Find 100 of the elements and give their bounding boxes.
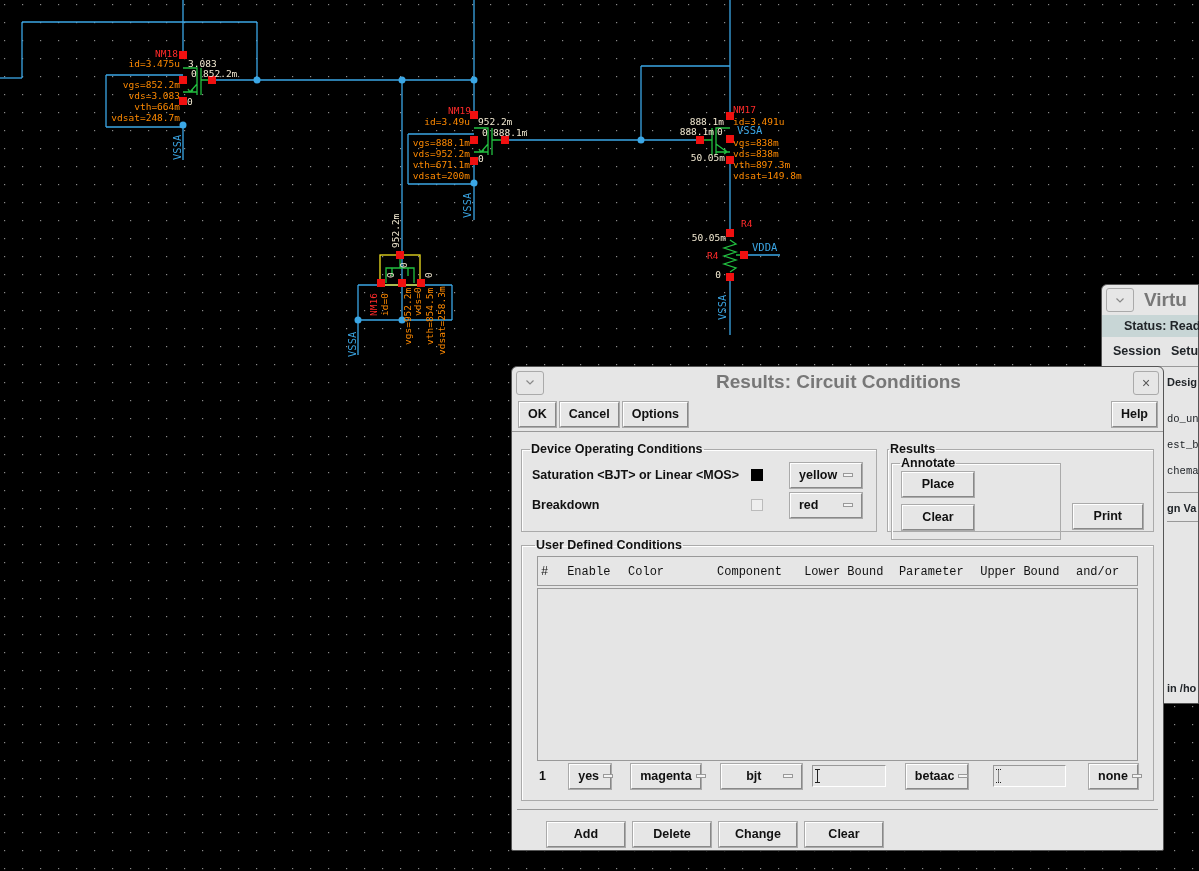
node-voltage: 50.05m — [690, 152, 725, 163]
node-voltage: 0 — [398, 262, 409, 268]
pin-marker — [726, 273, 734, 281]
instance-name: R4 — [741, 218, 753, 229]
net-label: VSSA — [737, 124, 763, 136]
menu-item[interactable]: Setu — [1170, 342, 1199, 361]
parameter-label: id=3.49u — [424, 116, 470, 127]
pin-marker — [179, 76, 187, 84]
dropdown[interactable]: yes — [569, 763, 612, 789]
chevron-down-icon — [526, 380, 534, 385]
pin-marker — [501, 136, 509, 144]
net-label: VSSA — [461, 192, 473, 218]
parameter-label: vgs=838m — [733, 137, 779, 148]
column-header: Color — [628, 564, 666, 579]
pin-marker — [470, 111, 478, 119]
parameter-label: vgs=852.2m — [122, 79, 180, 90]
pin-marker — [179, 97, 187, 105]
close-button[interactable]: × — [1133, 370, 1159, 395]
pin-marker — [398, 279, 406, 287]
node-voltage: 50.05m — [691, 232, 726, 243]
dropdown[interactable]: yellow — [790, 462, 862, 488]
pin-marker — [740, 251, 748, 259]
action-button[interactable]: Clear — [902, 505, 974, 530]
pin-marker — [208, 76, 216, 84]
pin-marker — [696, 136, 704, 144]
checkbox[interactable] — [751, 499, 763, 511]
action-button[interactable]: Add — [547, 822, 625, 847]
node-voltage: 952.2m — [390, 213, 401, 248]
row-number: 1 — [538, 767, 547, 785]
option-label: Breakdown — [532, 496, 601, 514]
junction-dot — [637, 136, 645, 144]
node-voltage: 0 — [385, 272, 396, 278]
parameter-label: vds=0 — [412, 287, 423, 316]
node-voltage: 888.1m — [679, 126, 714, 137]
instance-name: NM16 — [368, 293, 379, 316]
junction-dot — [398, 76, 406, 84]
print-button[interactable]: Print — [1072, 504, 1143, 529]
window-title: Virtu — [1144, 287, 1187, 312]
column-header: # — [541, 564, 550, 579]
junction-dot — [398, 316, 406, 324]
node-voltage: 0 — [717, 126, 723, 137]
menu-indicator-icon — [843, 503, 853, 507]
parameter-label: id=0 — [379, 293, 390, 316]
pin-marker — [726, 229, 734, 237]
section-heading: Desig — [1167, 375, 1198, 390]
net-label: VDDA — [752, 241, 778, 253]
junction-dot — [470, 76, 478, 84]
action-button[interactable]: Delete — [633, 822, 711, 847]
menu-item[interactable]: Session — [1113, 342, 1161, 361]
action-button[interactable]: Clear — [805, 822, 883, 847]
help-button[interactable]: Help — [1111, 402, 1157, 427]
parameter-label: vdsat=200m — [412, 170, 470, 181]
group-title: Device Operating Conditions — [530, 442, 704, 456]
net-label: VSSA — [171, 134, 183, 160]
window-menu-button[interactable] — [1106, 288, 1134, 312]
parameter-label: vds=3.083 — [128, 90, 180, 101]
group-title: User Defined Conditions — [535, 538, 683, 552]
pin-marker — [726, 156, 734, 164]
toolbar-button[interactable]: Options — [622, 402, 688, 427]
parameter-label: vgs=952.2m — [402, 287, 413, 345]
node-voltage: 0 — [482, 127, 488, 138]
menu-indicator-icon — [958, 774, 969, 778]
node-voltage: 3.083 — [188, 58, 217, 69]
dropdown[interactable]: betaac — [905, 763, 968, 789]
window-menu-button[interactable] — [516, 370, 544, 395]
action-button[interactable]: Place — [902, 472, 974, 497]
menu-indicator-icon — [603, 774, 614, 778]
node-voltage: 0 — [423, 272, 434, 278]
pin-marker — [470, 157, 478, 165]
action-button[interactable]: Change — [719, 822, 797, 847]
file-entry: est_b — [1167, 438, 1198, 453]
parameter-label: vdsat=258.3m — [436, 286, 447, 355]
pin-marker — [726, 112, 734, 120]
parameter-label: vds=838m — [733, 148, 779, 159]
toolbar-button[interactable]: Cancel — [559, 402, 619, 427]
menu-indicator-icon — [695, 774, 706, 778]
net-label: VSSA — [716, 294, 728, 320]
file-entry: do_un — [1167, 412, 1198, 427]
checkbox[interactable] — [751, 469, 763, 481]
node-voltage: 952.2m — [478, 116, 513, 127]
pin-marker — [726, 135, 734, 143]
instance-name: NM17 — [733, 104, 756, 115]
instance-name: R4 — [707, 250, 719, 261]
parameter-label: vth=897.3m — [733, 159, 791, 170]
dropdown[interactable]: bjt — [721, 763, 802, 789]
instance-name: NM18 — [155, 48, 178, 59]
upper-bound-field[interactable] — [992, 765, 1066, 787]
menu-indicator-icon — [843, 473, 853, 477]
parameter-label: vds=952.2m — [412, 148, 470, 159]
lower-bound-field[interactable] — [811, 765, 886, 787]
toolbar-button[interactable]: OK — [519, 402, 556, 427]
junction-dot — [354, 316, 362, 324]
pin-marker — [417, 279, 425, 287]
group-title: Results — [889, 442, 937, 456]
column-header: and/or — [1075, 564, 1121, 579]
parameter-label: vdsat=149.8m — [733, 170, 802, 181]
dropdown[interactable]: red — [790, 492, 862, 518]
group-title: Annotate — [900, 456, 957, 470]
column-header: Upper Bound — [980, 564, 1061, 579]
parameter-label: vth=854.5m — [424, 287, 435, 345]
